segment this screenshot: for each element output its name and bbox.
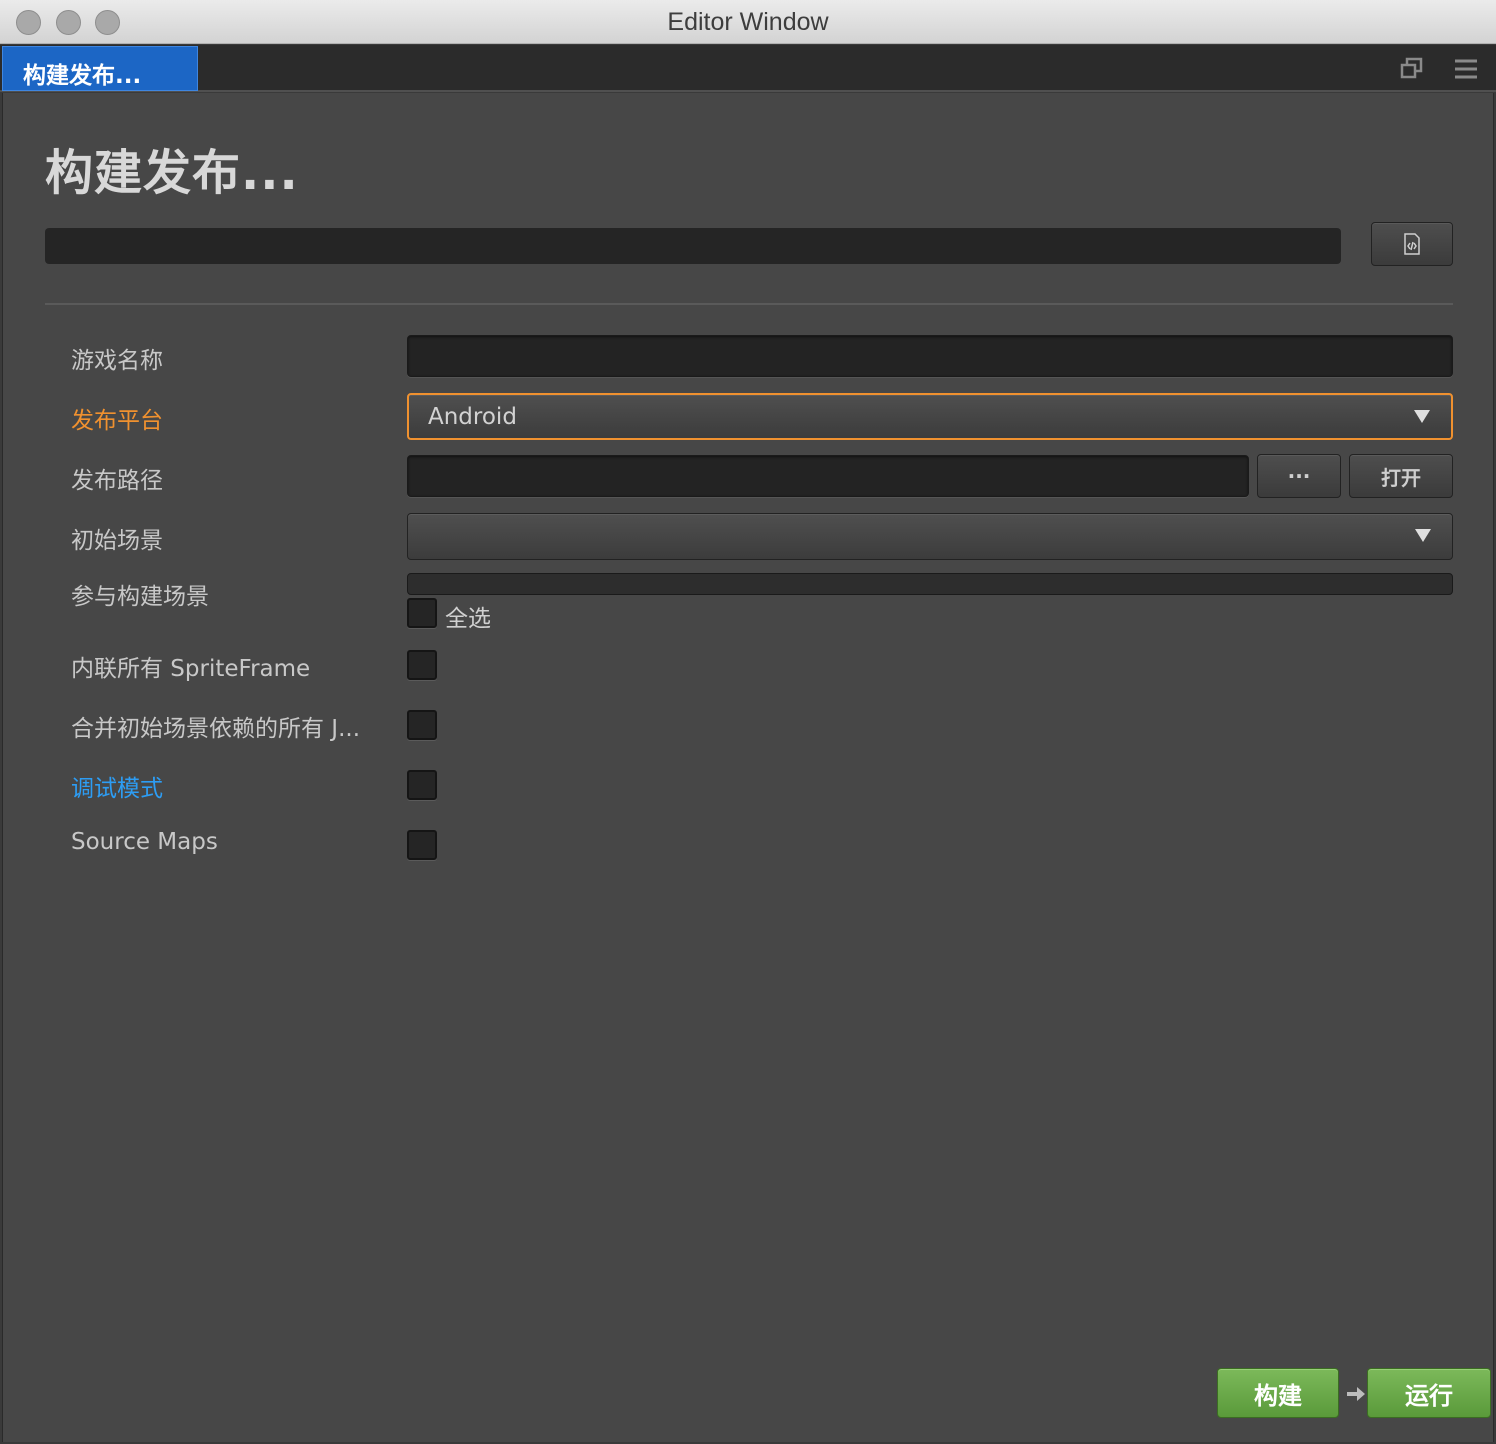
section-divider	[45, 303, 1453, 305]
open-log-button[interactable]	[1371, 222, 1453, 266]
start-scene-label: 初始场景	[71, 528, 163, 554]
browse-path-button[interactable]: ···	[1257, 454, 1341, 498]
inline-spriteframes-label: 内联所有 SpriteFrame	[71, 656, 311, 682]
code-file-icon	[1404, 233, 1420, 255]
merge-start-scene-label: 合并初始场景依赖的所有 J...	[71, 716, 361, 742]
game-name-label: 游戏名称	[71, 348, 163, 374]
select-all-label: 全选	[445, 606, 491, 632]
tab-build[interactable]: 构建发布...	[2, 46, 198, 91]
dropdown-arrow-icon	[1415, 529, 1431, 542]
platform-label: 发布平台	[71, 408, 163, 434]
build-panel: 构建发布... 游戏名称 发布平台 Android 发布路径 ··· 打开 初始…	[2, 93, 1494, 1442]
game-name-input[interactable]	[407, 335, 1453, 377]
dropdown-arrow-icon	[1414, 410, 1430, 423]
merge-start-scene-checkbox[interactable]	[407, 710, 437, 740]
build-path-input[interactable]	[407, 455, 1249, 497]
page-title: 构建发布...	[45, 145, 299, 201]
select-all-checkbox[interactable]	[407, 598, 437, 628]
debug-mode-checkbox[interactable]	[407, 770, 437, 800]
popout-icon[interactable]	[1399, 56, 1425, 82]
hamburger-menu-icon[interactable]	[1453, 56, 1479, 82]
open-path-button[interactable]: 打开	[1349, 454, 1453, 498]
build-progress-bar	[45, 228, 1341, 264]
run-button[interactable]: 运行	[1367, 1368, 1491, 1418]
included-scenes-label: 参与构建场景	[71, 584, 209, 610]
platform-select-value: Android	[428, 404, 517, 430]
debug-mode-label: 调试模式	[71, 776, 163, 802]
source-maps-checkbox[interactable]	[407, 830, 437, 860]
arrow-right-icon	[1345, 1383, 1367, 1405]
inline-spriteframes-checkbox[interactable]	[407, 650, 437, 680]
start-scene-select[interactable]	[407, 513, 1453, 560]
window-title: Editor Window	[667, 8, 829, 36]
window-titlebar: Editor Window	[0, 0, 1496, 44]
included-scenes-list[interactable]	[407, 573, 1453, 595]
tab-bar: 构建发布...	[0, 45, 1496, 92]
platform-select[interactable]: Android	[407, 393, 1453, 440]
build-path-label: 发布路径	[71, 468, 163, 494]
source-maps-label: Source Maps	[71, 829, 218, 855]
build-button[interactable]: 构建	[1217, 1368, 1339, 1418]
